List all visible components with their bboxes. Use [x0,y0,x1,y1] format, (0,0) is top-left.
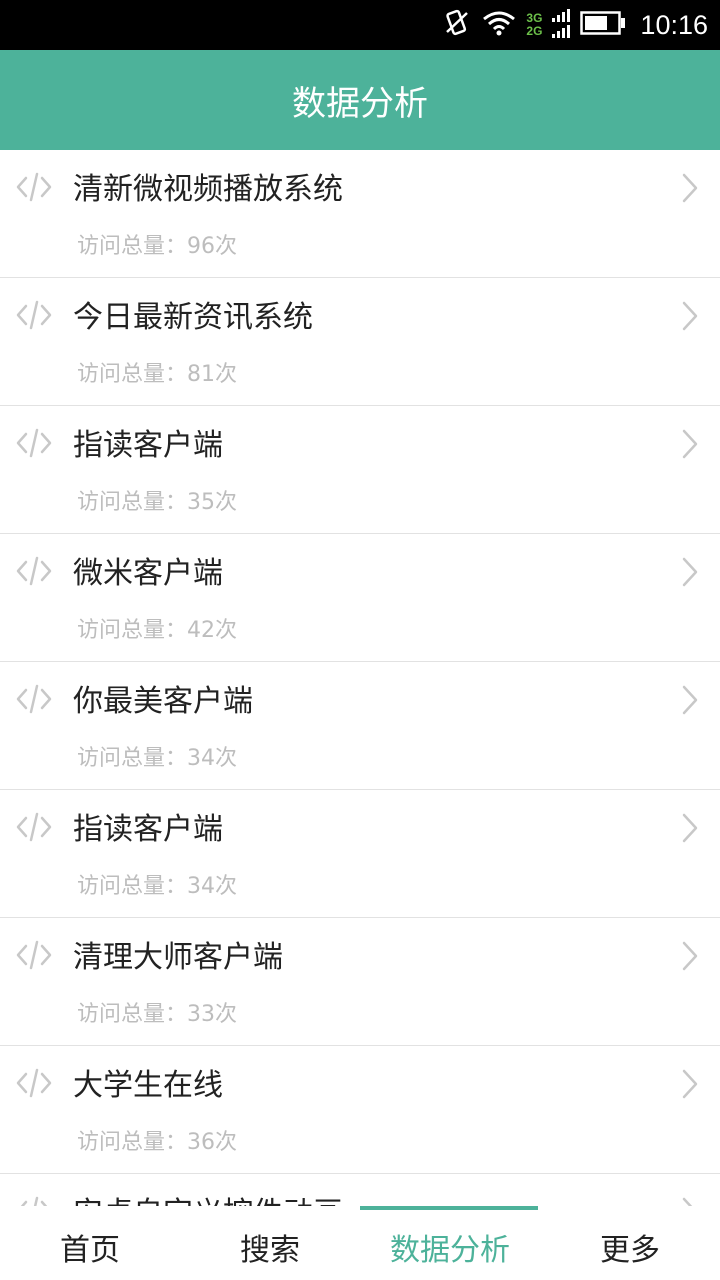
tab-more[interactable]: 更多 [540,1206,720,1280]
item-title: 清新微视频播放系统 [73,172,343,207]
item-visits: 访问总量：35次 [77,490,237,515]
item-title: 清理大师客户端 [73,940,283,975]
code-icon [16,1066,52,1100]
tab-home[interactable]: 首页 [0,1206,180,1280]
list-item[interactable]: 微米客户端 访问总量：42次 [0,534,720,662]
chevron-right-icon [680,940,700,972]
item-visits: 访问总量：42次 [77,618,237,643]
signal-icon [552,8,571,42]
chevron-right-icon [680,1068,700,1100]
code-icon [16,170,52,204]
item-visits: 访问总量：33次 [77,1002,237,1027]
wifi-icon [482,10,516,40]
chevron-right-icon [680,1196,700,1206]
item-visits: 访问总量：34次 [77,746,237,771]
chevron-right-icon [680,428,700,460]
bottom-tab-bar: 首页 搜索 数据分析 更多 [0,1206,720,1280]
list-item[interactable]: 今日最新资讯系统 访问总量：81次 [0,278,720,406]
vibrate-icon [442,8,472,42]
status-icons: 3G 2G 10:16 [442,0,708,50]
code-icon [16,426,52,460]
app-list[interactable]: 清新微视频播放系统 访问总量：96次 今日最新资讯系统 访问总量：81次 指读客… [0,150,720,1206]
network-bottom-label: 2G [526,24,543,38]
page-header: 数据分析 [0,50,720,150]
code-icon [16,810,52,844]
code-icon [16,1194,52,1206]
network-type-label: 3G 2G [526,12,542,38]
status-bar: 3G 2G 10:16 [0,0,720,50]
chevron-right-icon [680,300,700,332]
list-item[interactable]: 指读客户端 访问总量：35次 [0,406,720,534]
list-item[interactable]: 你最美客户端 访问总量：34次 [0,662,720,790]
item-title: 安卓自定义控件动画 [73,1188,343,1206]
chevron-right-icon [680,556,700,588]
list-item[interactable]: 清理大师客户端 访问总量：33次 [0,918,720,1046]
code-icon [16,554,52,588]
item-visits: 访问总量：34次 [77,874,237,899]
list-item[interactable]: 大学生在线 访问总量：36次 [0,1046,720,1174]
status-time: 10:16 [640,9,708,40]
code-icon [16,682,52,716]
item-visits: 访问总量：81次 [77,362,237,387]
item-title: 指读客户端 [73,428,223,463]
item-visits: 访问总量：36次 [77,1130,237,1155]
list-item[interactable]: 清新微视频播放系统 访问总量：96次 [0,150,720,278]
code-icon [16,938,52,972]
list-item[interactable]: 指读客户端 访问总量：34次 [0,790,720,918]
item-title: 指读客户端 [73,812,223,847]
battery-icon [580,11,626,39]
chevron-right-icon [680,172,700,204]
list-item[interactable]: 安卓自定义控件动画 [0,1174,720,1206]
tab-search[interactable]: 搜索 [180,1206,360,1280]
item-title: 你最美客户端 [73,684,253,719]
item-visits: 访问总量：96次 [77,234,237,259]
code-icon [16,298,52,332]
page-title: 数据分析 [292,83,428,124]
chevron-right-icon [680,684,700,716]
item-title: 今日最新资讯系统 [73,300,313,335]
item-title: 微米客户端 [73,556,223,591]
chevron-right-icon [680,812,700,844]
item-title: 大学生在线 [73,1068,223,1103]
tab-data-analysis[interactable]: 数据分析 [360,1206,540,1280]
